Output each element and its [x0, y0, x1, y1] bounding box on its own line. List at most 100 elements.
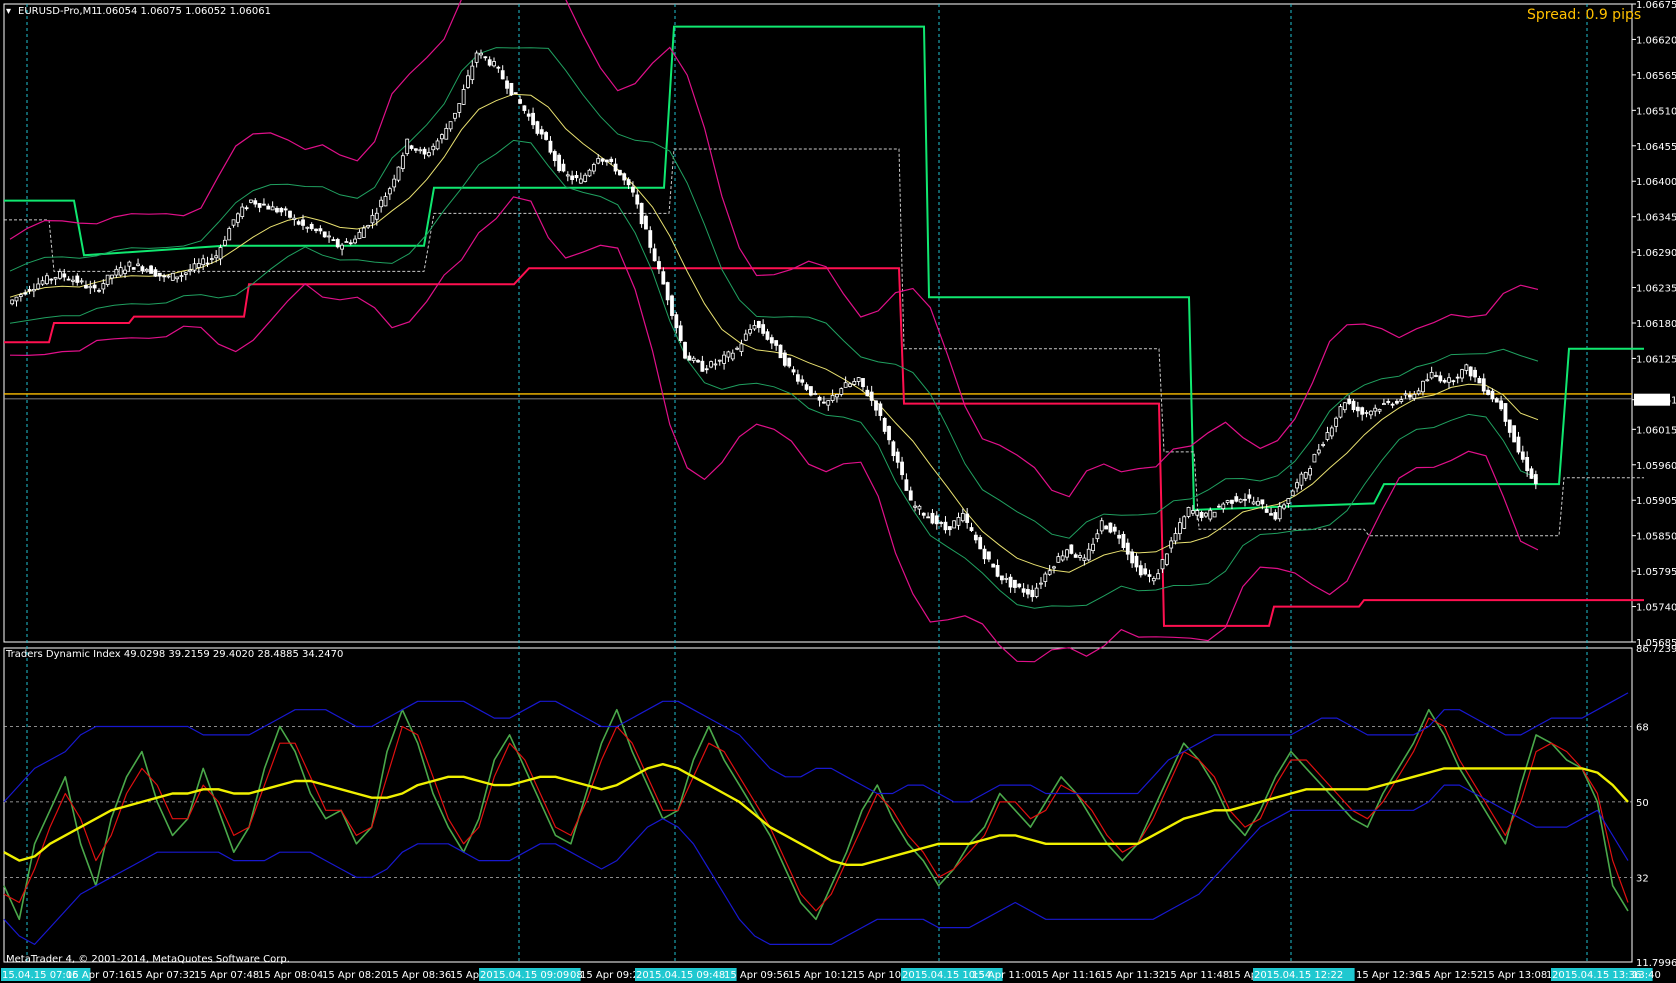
candle-body	[826, 400, 831, 406]
candle-body	[1008, 576, 1013, 588]
y-tick-label: 1.05960	[1636, 461, 1676, 472]
candle-body	[917, 505, 922, 510]
spread-label: Spread: 0.9 pips	[1527, 7, 1641, 23]
x-tick-label: 15 Apr 09:56	[724, 970, 789, 981]
candle-body	[644, 215, 648, 230]
x-tick-label: 15 Apr 08:04	[258, 970, 323, 981]
candle-body	[214, 255, 219, 259]
y-tick-label: 1.06290	[1636, 248, 1676, 259]
candle-body	[31, 289, 36, 292]
candle-body	[1156, 573, 1161, 580]
candle-body	[227, 228, 232, 241]
candle-body	[179, 275, 184, 278]
candle-body	[1256, 500, 1260, 506]
candle-body	[1078, 555, 1082, 558]
candle-body	[604, 159, 609, 163]
candle-body	[609, 158, 614, 163]
candle-body	[444, 128, 449, 140]
candle-body	[761, 324, 766, 334]
candle-body	[1013, 579, 1017, 588]
candle-body	[301, 219, 305, 226]
candle-body	[66, 278, 71, 281]
candle-body	[1351, 400, 1356, 411]
candle-body	[999, 575, 1004, 581]
candle-body	[1073, 554, 1078, 558]
y-tick-label: 1.06400	[1636, 177, 1676, 188]
candle-body	[1086, 548, 1091, 561]
candle-body	[969, 527, 974, 531]
candle-body	[661, 271, 666, 285]
candle-body	[1364, 412, 1369, 414]
candle-body	[340, 244, 344, 250]
candle-body	[952, 520, 957, 529]
candle-body	[1395, 400, 1399, 404]
candle-body	[266, 205, 271, 210]
candle-body	[578, 178, 583, 184]
candle-body	[40, 280, 45, 285]
y-tick-label: 1.06180	[1636, 319, 1676, 330]
candle-body	[843, 382, 848, 388]
candle-body	[1460, 369, 1464, 379]
candle-body	[1243, 498, 1247, 501]
chart-dropdown-icon[interactable]: ▾	[6, 6, 11, 17]
price-chart	[4, 0, 1644, 663]
candle-body	[1412, 393, 1417, 399]
x-tick-label: 2015.04.15 09:48	[636, 970, 725, 981]
candle-body	[1234, 496, 1239, 502]
candle-body	[526, 113, 531, 117]
candle-body	[518, 99, 522, 104]
candle-body	[1186, 507, 1191, 517]
candle-body	[379, 199, 384, 208]
x-tick-label: 2015.04.15 12:22	[1254, 970, 1343, 981]
candle-body	[752, 325, 757, 330]
candle-body	[1069, 544, 1074, 554]
candle-body	[166, 275, 171, 278]
candle-body	[162, 275, 167, 278]
tdi-subwindow	[3, 692, 1632, 945]
candle-body	[84, 284, 88, 289]
candle-body	[561, 163, 566, 172]
x-tick-label: 15 Apr 07:32	[130, 970, 195, 981]
candle-body	[1177, 522, 1182, 535]
candle-body	[357, 231, 362, 239]
candle-body	[1195, 510, 1200, 516]
candle-body	[756, 321, 761, 328]
candle-body	[1199, 511, 1204, 518]
candle-body	[982, 548, 987, 560]
candle-body	[1104, 525, 1108, 530]
candle-body	[1451, 380, 1456, 383]
candle-body	[1160, 559, 1165, 570]
candle-body	[383, 195, 388, 207]
candle-body	[531, 112, 535, 126]
candle-body	[426, 152, 431, 157]
candle-body	[1221, 503, 1226, 510]
candle-body	[1533, 474, 1538, 484]
candle-body	[626, 179, 631, 186]
tdi-price-line	[3, 708, 1629, 921]
candle-body	[1373, 407, 1378, 412]
candle-body	[1312, 453, 1317, 463]
candle-body	[1273, 512, 1278, 520]
keltner-lower-line	[9, 139, 1539, 609]
candle-body	[800, 379, 805, 383]
candle-body	[947, 526, 952, 531]
terminal-chart-window[interactable]: 1.06675 1.06620 1.06565 1.06510 1.06455 1.064…	[0, 0, 1676, 983]
candle-body	[956, 517, 961, 526]
candle-body	[1455, 376, 1460, 379]
candle-body	[600, 158, 605, 162]
bollinger-lower-band	[9, 196, 1539, 663]
chart-canvas[interactable]: 1.06675 1.06620 1.06565 1.06510 1.06455 1.064…	[0, 0, 1676, 983]
candle-body	[479, 52, 483, 56]
axes-layer: 1.06675 1.06620 1.06565 1.06510 1.06455 1.064…	[1, 0, 1676, 981]
candle-body	[1212, 511, 1217, 518]
candle-body	[1368, 410, 1373, 416]
candle-body	[939, 522, 944, 524]
x-tick-label: 15 Apr 11:32	[1100, 970, 1165, 981]
candle-body	[648, 230, 653, 248]
candle-body	[58, 271, 62, 279]
candle-body	[852, 381, 857, 385]
candle-body	[1039, 582, 1043, 585]
candle-body	[1117, 534, 1122, 539]
candle-body	[848, 383, 852, 387]
candle-body	[1494, 398, 1499, 403]
